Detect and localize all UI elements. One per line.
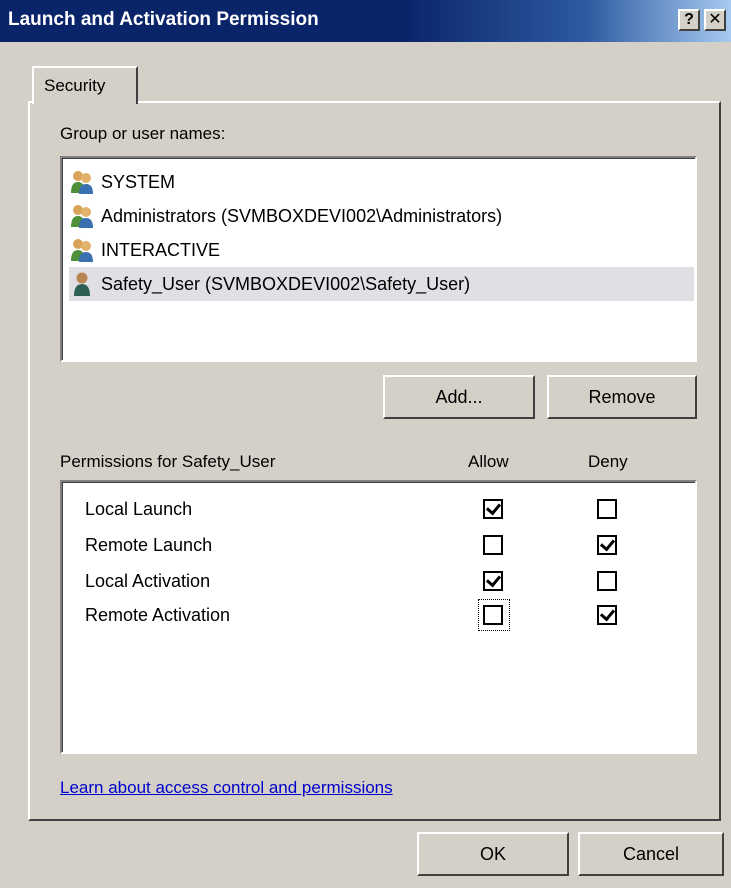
local-activation-deny-checkbox[interactable] <box>597 571 617 591</box>
tab-security[interactable]: Security <box>32 66 138 104</box>
group-user-names-label: Group or user names: <box>60 124 226 143</box>
local-launch-deny-checkbox[interactable] <box>597 499 617 519</box>
permissions-label: Permissions for Safety_User <box>60 452 276 471</box>
deny-column-header: Deny <box>588 452 628 471</box>
list-item-safety-user[interactable]: Safety_User (SVMBOXDEVI002\Safety_User) <box>69 267 694 301</box>
cancel-button[interactable]: Cancel <box>578 832 724 876</box>
ok-button[interactable]: OK <box>417 832 569 876</box>
perm-local-activation: Local Activation <box>85 571 211 591</box>
list-item-label: INTERACTIVE <box>101 239 221 260</box>
access-control-help-link[interactable]: Learn about access control and permissio… <box>60 778 393 798</box>
help-button[interactable]: ? <box>678 9 700 31</box>
perm-remote-activation: Remote Activation <box>85 605 231 625</box>
remote-launch-allow-checkbox[interactable] <box>483 535 503 555</box>
local-launch-allow-checkbox[interactable] <box>483 499 503 519</box>
title-bar[interactable]: Launch and Activation Permission ? ✕ <box>0 0 731 42</box>
group-icon <box>71 239 93 262</box>
user-icon <box>74 272 90 296</box>
group-icon <box>71 171 93 194</box>
allow-column-header: Allow <box>468 452 509 471</box>
list-item-administrators[interactable]: Administrators (SVMBOXDEVI002\Administra… <box>69 199 502 233</box>
user-list[interactable]: SYSTEM Administrators (SVMBOXDEVI002\Adm… <box>60 156 697 362</box>
local-activation-allow-checkbox[interactable] <box>483 571 503 591</box>
dialog-window: Launch and Activation Permission ? ✕ Sec… <box>0 0 731 888</box>
close-button[interactable]: ✕ <box>704 9 726 31</box>
perm-local-launch: Local Launch <box>85 499 193 519</box>
tab-security-label: Security <box>44 76 106 95</box>
list-item-system[interactable]: SYSTEM <box>69 165 175 199</box>
list-item-label: Safety_User (SVMBOXDEVI002\Safety_User) <box>101 273 471 294</box>
perm-remote-launch: Remote Launch <box>85 535 213 555</box>
remove-button[interactable]: Remove <box>547 375 697 419</box>
permissions-list: Local Launch Remote Launch Local Activat… <box>60 480 697 754</box>
list-item-label: SYSTEM <box>101 171 176 192</box>
remote-launch-deny-checkbox[interactable] <box>597 535 617 555</box>
remote-activation-allow-checkbox[interactable] <box>483 605 503 625</box>
list-item-label: Administrators (SVMBOXDEVI002\Administra… <box>101 205 503 226</box>
window-title: Launch and Activation Permission <box>8 9 319 30</box>
remote-activation-deny-checkbox[interactable] <box>597 605 617 625</box>
list-item-interactive[interactable]: INTERACTIVE <box>69 233 220 267</box>
add-button[interactable]: Add... <box>383 375 535 419</box>
group-icon <box>71 205 93 228</box>
